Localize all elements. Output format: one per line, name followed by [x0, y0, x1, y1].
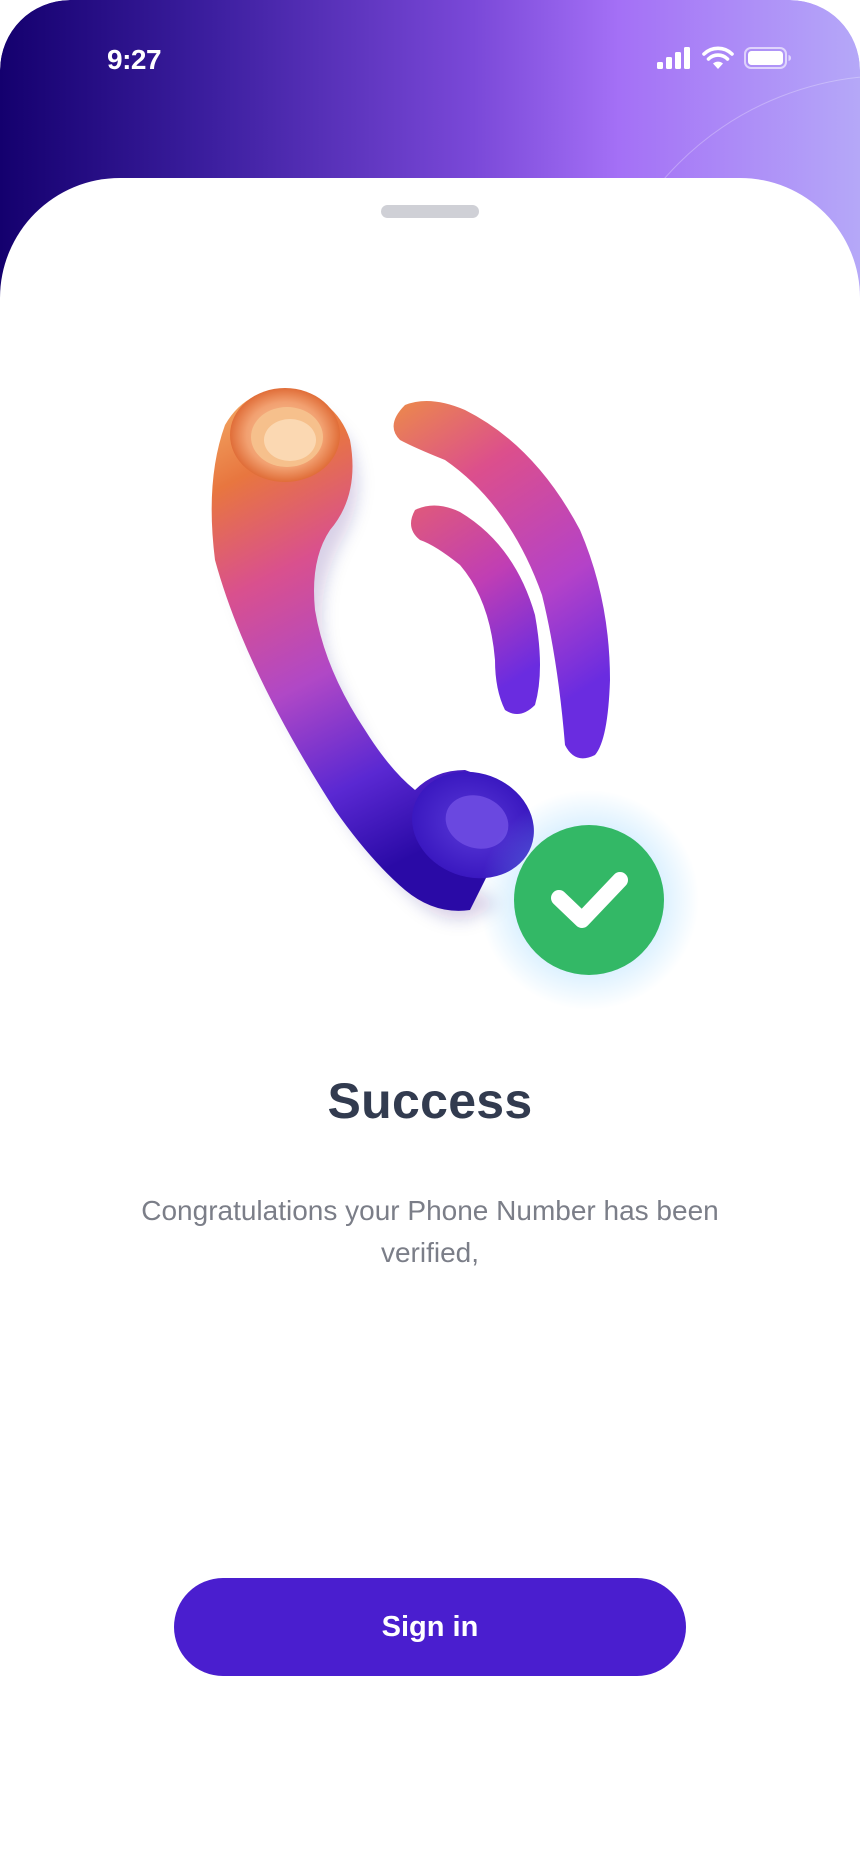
- sign-in-button[interactable]: Sign in: [174, 1578, 686, 1676]
- screen: 9:27 Success Congratulations your Phone …: [0, 0, 860, 1860]
- status-time: 9:27: [107, 44, 162, 75]
- status-icons: [656, 46, 792, 75]
- wifi-icon: [702, 46, 734, 75]
- phone-handset-icon: [211, 388, 699, 1010]
- success-message: Congratulations your Phone Number has be…: [141, 1195, 719, 1268]
- drag-handle[interactable]: [381, 205, 479, 218]
- page-title: Success: [327, 1073, 533, 1129]
- cellular-signal-icon: [656, 46, 692, 75]
- success-badge: [514, 825, 664, 975]
- status-bar: 9:27: [0, 0, 860, 120]
- phone-illustration: [190, 370, 710, 1010]
- battery-icon: [744, 46, 792, 75]
